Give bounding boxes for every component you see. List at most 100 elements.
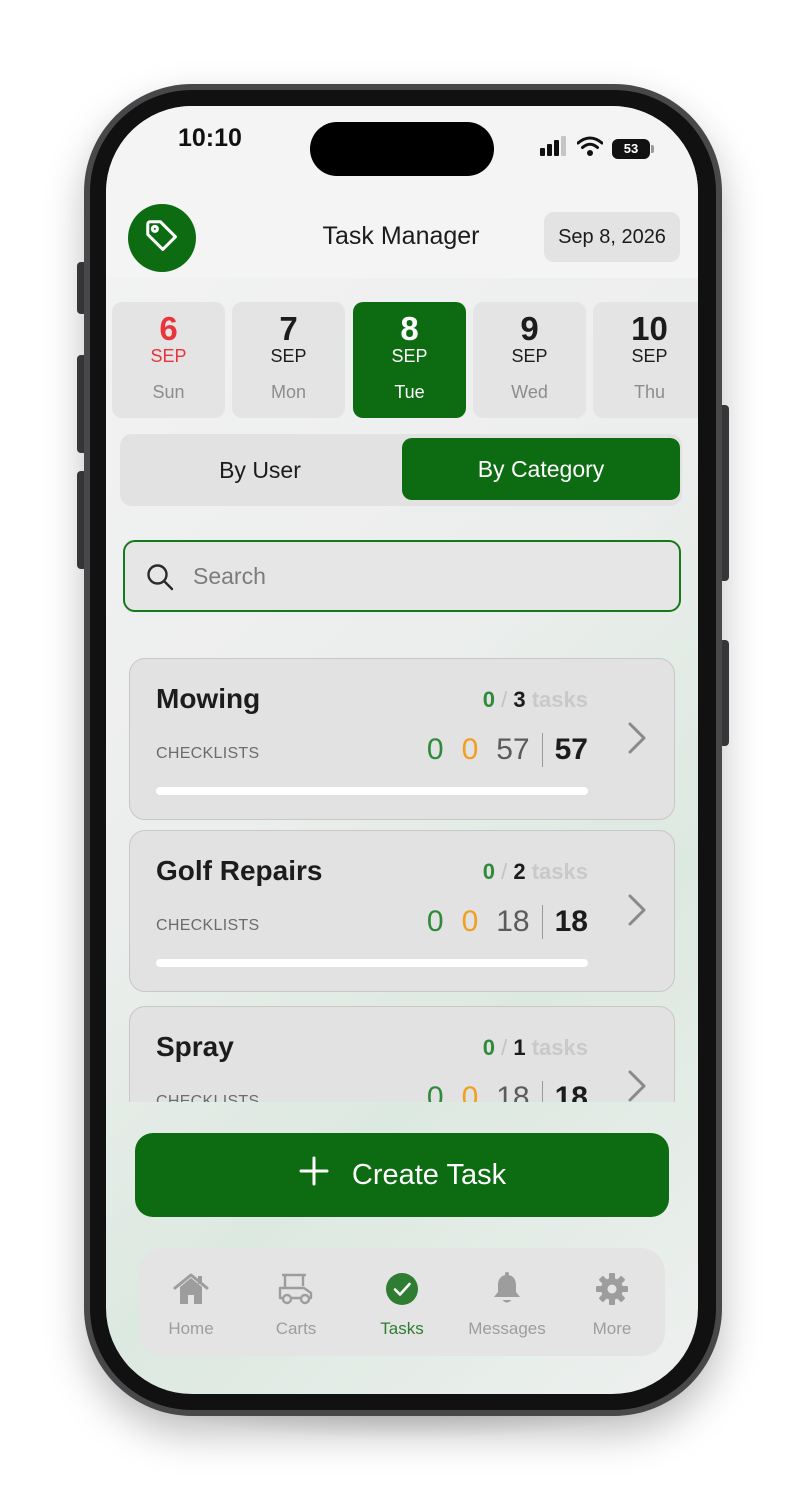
gear-icon [595,1273,629,1310]
checklists-pending: 18 [496,1081,543,1102]
progress-bar [156,787,588,795]
checklists-in-progress: 0 [461,733,479,766]
tasks-unit: tasks [531,687,588,712]
day-number: 9 [520,310,539,347]
day-9[interactable]: 9 SEP Wed [473,302,586,418]
status-time: 10:10 [178,124,242,152]
tasks-separator: / [501,859,514,884]
category-name: Spray [156,1031,234,1062]
category-card-golf-repairs[interactable]: Golf Repairs 0 / 2 tasks CHECKLISTS 0 0 … [129,830,675,992]
checklists-in-progress: 0 [461,1081,479,1102]
chevron-right-icon [626,721,648,760]
create-task-button[interactable]: Create Task [135,1133,669,1217]
by-category-tab[interactable]: By Category [402,438,680,500]
tasks-total: 1 [513,1035,526,1060]
chevron-right-icon [626,1069,648,1102]
search-input[interactable] [193,556,653,596]
day-month: SEP [270,346,307,366]
task-count: 0 / 3 tasks [483,687,588,713]
checklists-completed: 0 [426,1081,444,1102]
plus-icon [298,1155,330,1195]
tag-button[interactable] [128,204,196,272]
category-card-spray[interactable]: Spray 0 / 1 tasks CHECKLISTS 0 0 18 18 [129,1006,675,1102]
checklists-total: 57 [554,733,588,766]
tab-tasks[interactable]: Tasks [352,1272,452,1339]
tasks-done: 0 [482,859,495,884]
tab-label: Messages [468,1319,546,1338]
cellular-signal-icon [540,136,568,161]
day-month: SEP [631,346,668,366]
checklists-total: 18 [554,1081,588,1102]
checklists-total: 18 [554,905,588,938]
dynamic-island [310,122,494,176]
tab-bar: Home Carts Tasks Messages More [139,1248,665,1356]
tab-home[interactable]: Home [141,1272,241,1339]
day-month: SEP [150,346,187,366]
tab-label: More [592,1319,632,1338]
tab-carts[interactable]: Carts [246,1272,346,1339]
progress-bar [156,959,588,967]
day-weekday: Thu [633,382,666,402]
view-toggle: By User By Category [120,434,682,506]
tasks-total: 2 [513,859,526,884]
bell-icon [491,1272,523,1310]
day-number: 10 [631,310,668,347]
task-count: 0 / 1 tasks [483,1035,588,1061]
tab-more[interactable]: More [562,1272,662,1339]
check-circle-icon [385,1273,419,1310]
checklist-stats: 0 0 18 18 [427,1081,588,1102]
checklists-completed: 0 [426,905,444,938]
day-weekday: Mon [270,382,306,402]
day-7[interactable]: 7 SEP Mon [232,302,345,418]
create-task-label: Create Task [351,1158,507,1191]
day-strip: 6 SEP Sun 7 SEP Mon 8 SEP Tue 9 SEP Wed … [106,302,698,418]
tasks-total: 3 [513,687,526,712]
category-card-mowing[interactable]: Mowing 0 / 3 tasks CHECKLISTS 0 0 57 57 [129,658,675,820]
wifi-icon [576,136,604,161]
tasks-unit: tasks [531,859,588,884]
day-number: 8 [400,310,419,347]
day-number: 6 [159,310,178,347]
checklists-label: CHECKLISTS [156,917,260,934]
by-user-tab[interactable]: By User [120,434,400,506]
golf-cart-icon [276,1273,316,1310]
search-icon [145,562,175,597]
tasks-separator: / [501,687,514,712]
checklists-completed: 0 [426,733,444,766]
checklists-in-progress: 0 [461,905,479,938]
tasks-done: 0 [482,687,495,712]
tab-label: Tasks [380,1319,424,1338]
tab-label: Carts [275,1319,317,1338]
battery-indicator: 53 [612,138,654,159]
tasks-done: 0 [482,1035,495,1060]
checklist-stats: 0 0 57 57 [427,733,588,767]
tab-messages[interactable]: Messages [457,1272,557,1339]
task-count: 0 / 2 tasks [483,859,588,885]
status-icons: 53 [540,136,654,161]
day-month: SEP [511,346,548,366]
checklist-stats: 0 0 18 18 [427,905,588,939]
checklists-pending: 57 [496,733,543,767]
day-10[interactable]: 10 SEP Thu [593,302,698,418]
category-name: Golf Repairs [156,855,323,886]
app-screen: 10:10 53 Task Manager Sep 8, 2026 6 SEP … [106,106,698,1394]
chevron-right-icon [626,893,648,932]
category-name: Mowing [156,683,261,714]
day-weekday: Sun [152,382,185,402]
day-6[interactable]: 6 SEP Sun [112,302,225,418]
day-weekday: Wed [511,382,548,402]
tasks-separator: / [501,1035,514,1060]
day-month: SEP [391,346,428,366]
search-bar [123,540,681,612]
tasks-unit: tasks [531,1035,588,1060]
date-picker-button[interactable]: Sep 8, 2026 [544,212,680,262]
checklists-pending: 18 [496,905,543,939]
tab-label: Home [168,1319,214,1338]
category-list: Mowing 0 / 3 tasks CHECKLISTS 0 0 57 57 … [106,646,698,1102]
day-number: 7 [279,310,298,347]
day-8[interactable]: 8 SEP Tue [353,302,466,418]
page-title: Task Manager [322,222,480,250]
day-weekday: Tue [394,382,425,402]
checklists-label: CHECKLISTS [156,1093,260,1102]
tag-icon [143,217,181,260]
